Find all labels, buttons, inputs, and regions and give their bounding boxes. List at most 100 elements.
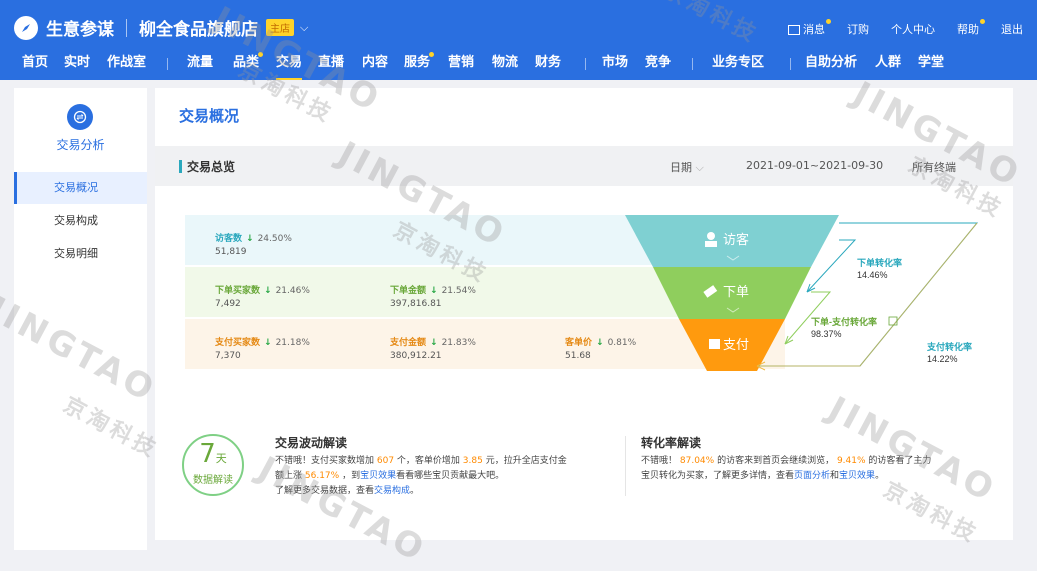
nav-item-7[interactable]: 内容 [362, 52, 388, 80]
rate-label: 支付转化率 [926, 341, 972, 352]
nav-item-11[interactable]: 财务 [535, 52, 561, 80]
nav-divider [167, 58, 168, 70]
rate-value: 14.22% [927, 354, 958, 364]
interp-text: 的访客来到首页会继续浏览， [714, 456, 837, 466]
interp-text: 额上涨 [275, 471, 305, 481]
badge-unit: 天 [215, 452, 227, 465]
rate-label: 下单-支付转化率 [811, 316, 877, 327]
payment-icon [709, 339, 720, 349]
interp-link[interactable]: 交易构成 [374, 486, 410, 496]
nav-item-5[interactable]: 交易 [276, 52, 303, 80]
nav-item-6[interactable]: 直播 [318, 52, 344, 80]
interp-highlight: 56.17% [304, 471, 340, 481]
sidebar-item-1[interactable]: 交易构成 [14, 205, 147, 237]
logout-link[interactable]: 退出 [1001, 21, 1023, 37]
main-panel: 交易概况 交易总览 日期 ⌵ 2021-09-01~2021-09-30 所有终… [155, 88, 1013, 540]
badge-number: 7 [199, 439, 216, 469]
nav-item-14[interactable]: 业务专区 [712, 52, 764, 80]
sidebar-item-0[interactable]: 交易概况 [14, 172, 147, 204]
funnel-stage-label: 访客 [723, 232, 749, 247]
interp-highlight: 87.04% [679, 456, 715, 466]
conversion-text: 不错哦！ 87.04% 的访客来到首页会继续浏览， 9.41% 的访客看了主力宝… [641, 454, 981, 484]
top-right-menu: 消息 订购 个人中心 帮助 退出 [788, 19, 1023, 37]
transaction-analysis-icon [67, 104, 93, 130]
subscribe-link[interactable]: 订购 [847, 21, 869, 37]
interp-highlight: 9.41% [836, 456, 866, 466]
nav-divider [790, 58, 791, 70]
interp-highlight: 607 [376, 456, 395, 466]
interp-line: 宝贝转化为买家，了解更多详情，查看页面分析和宝贝效果。 [641, 469, 981, 484]
message-icon [788, 25, 800, 35]
conversion-title: 转化率解读 [641, 436, 702, 450]
interp-line: 不错哦！支付买家数增加 607 个，客单价增加 3.85 元，拉升全店支付金 [275, 454, 605, 469]
interp-text: 不错哦！ [641, 456, 680, 466]
interp-line: 额上涨 56.17% ，到宝贝效果看看哪些宝贝贡献最大吧。 [275, 469, 605, 484]
interp-link[interactable]: 宝贝效果 [839, 471, 875, 481]
rate-value: 98.37% [811, 329, 842, 339]
shop-badge: 主店 [266, 19, 294, 36]
notification-dot [258, 52, 264, 57]
badge-text: 数据解读 [193, 475, 233, 486]
nav-item-4[interactable]: 品类 [233, 52, 264, 80]
nav-item-16[interactable]: 人群 [875, 52, 901, 80]
visitor-icon [707, 232, 715, 240]
question-icon [888, 316, 898, 326]
chevron-down-icon[interactable]: ⌵ [300, 21, 308, 35]
funnel-stage-label: 支付 [723, 337, 749, 352]
brand-divider [126, 18, 127, 37]
rate-label: 下单转化率 [857, 257, 902, 268]
brand-name: 生意参谋 [46, 20, 114, 40]
nav-item-1[interactable]: 实时 [64, 52, 90, 80]
notification-dot [429, 52, 435, 57]
interp-highlight: 3.85 [462, 456, 483, 466]
sidebar-title: 交易分析 [56, 138, 105, 152]
top-bar: 生意参谋 柳全食品旗舰店 主店 ⌵ 消息 订购 个人中心 帮助 退出 首页 实时作… [0, 0, 1037, 80]
nav-item-2[interactable]: 作战室 [107, 52, 146, 80]
rate-value: 14.46% [857, 270, 888, 280]
interp-text: 的访客看了主力 [865, 456, 932, 466]
interp-text: 了解更多交易数据，查看 [275, 486, 375, 496]
interp-line: 不错哦！ 87.04% 的访客来到首页会继续浏览， 9.41% 的访客看了主力 [641, 454, 981, 469]
interp-link[interactable]: 宝贝效果 [360, 471, 396, 481]
sidebar-item-2[interactable]: 交易明细 [14, 238, 147, 270]
nav-item-17[interactable]: 学堂 [918, 52, 944, 80]
sidebar: 交易分析 交易概况 交易构成 交易明细 [14, 88, 147, 550]
help-link[interactable]: 帮助 [957, 19, 985, 37]
nav-item-12[interactable]: 市场 [602, 52, 628, 80]
compass-icon [14, 15, 38, 40]
messages-link[interactable]: 消息 [788, 19, 831, 37]
interp-text: 看看哪些宝贝贡献最大吧。 [396, 471, 505, 481]
interp-text: 。 [875, 471, 885, 481]
nav-divider [692, 58, 693, 70]
data-interpretation-badge: 7天 数据解读 [182, 434, 244, 496]
fluctuation-title: 交易波动解读 [275, 436, 348, 450]
fluctuation-text: 不错哦！支付买家数增加 607 个，客单价增加 3.85 元，拉升全店支付金 额上… [275, 454, 605, 499]
funnel-chart: 访客下单支付 下单转化率 14.46% 下单-支付转化率 98.37% 支付转化率 14.2… [625, 215, 979, 371]
nav-item-10[interactable]: 物流 [492, 52, 518, 80]
interp-text: 个，客单价增加 [394, 456, 463, 466]
interp-text: 元，拉升全店支付金 [482, 456, 567, 466]
interp-text: 和 [830, 471, 840, 481]
interp-text: 不错哦！支付买家数增加 [275, 456, 377, 466]
interp-link[interactable]: 页面分析 [794, 471, 830, 481]
interp-line: 了解更多交易数据，查看交易构成。 [275, 484, 605, 499]
nav-item-15[interactable]: 自助分析 [805, 52, 857, 80]
visitor-icon [705, 241, 717, 247]
nav-item-13[interactable]: 竞争 [645, 52, 671, 80]
nav-item-3[interactable]: 流量 [187, 52, 213, 80]
main-nav: 首页 实时 作战室 流量 品类 交易 直播 内容 服务 营销 物流 财务 市场 竞争 业务专区 自助分析 人群学… [0, 52, 1037, 80]
interp-text: 。 [410, 486, 420, 496]
brand[interactable]: 生意参谋 柳全食品旗舰店 主店 ⌵ [14, 15, 308, 40]
interp-divider [625, 436, 626, 496]
nav-item-8[interactable]: 服务 [404, 52, 435, 80]
notification-dot [980, 19, 985, 24]
shop-name: 柳全食品旗舰店 [139, 20, 258, 40]
funnel-stage-label: 下单 [723, 284, 749, 299]
personal-center-link[interactable]: 个人中心 [891, 21, 935, 37]
notification-dot [826, 19, 831, 24]
nav-item-0[interactable]: 首页 [22, 52, 48, 80]
nav-divider [585, 58, 586, 70]
interp-text: ，到 [339, 471, 361, 481]
interp-text: 宝贝转化为买家，了解更多详情，查看 [641, 471, 795, 481]
nav-item-9[interactable]: 营销 [448, 52, 474, 80]
